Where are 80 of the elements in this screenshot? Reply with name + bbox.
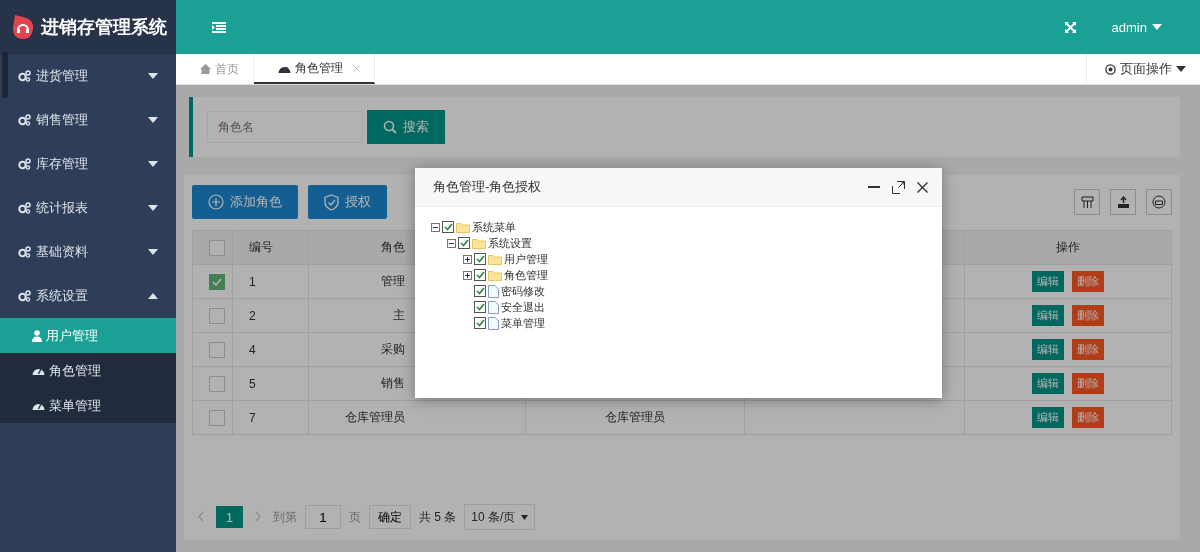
caret-icon — [1152, 24, 1162, 30]
sidebar-subitem[interactable]: 菜单管理 — [0, 388, 176, 423]
side-handle[interactable] — [2, 52, 8, 98]
folder-icon — [472, 237, 486, 249]
row-checkbox[interactable] — [209, 307, 225, 324]
gears-icon — [18, 202, 31, 214]
folder-icon — [488, 253, 502, 265]
caret-icon — [148, 117, 158, 123]
tree-checkbox[interactable] — [474, 317, 486, 329]
home-icon — [200, 64, 211, 74]
sidebar-item[interactable]: 统计报表 — [0, 186, 176, 230]
tree-checkbox[interactable] — [474, 285, 486, 297]
fullscreen-icon[interactable] — [1064, 21, 1076, 33]
table-cell: 4 — [232, 332, 309, 367]
columns-icon[interactable] — [1074, 189, 1100, 215]
sidebar-item[interactable]: 基础资料 — [0, 230, 176, 274]
page-actions-menu[interactable]: 页面操作 — [1086, 54, 1200, 84]
select-all-checkbox[interactable] — [209, 239, 225, 256]
dialog-title: 角色管理-角色授权 — [433, 178, 543, 196]
sidebar-item[interactable]: 销售管理 — [0, 98, 176, 142]
table-cell: 2 — [232, 298, 309, 333]
page-size-select[interactable]: 10 条/页 — [464, 504, 536, 530]
gears-icon — [18, 114, 31, 126]
tree-checkbox[interactable] — [474, 253, 486, 265]
gears-icon — [18, 158, 31, 170]
target-icon — [1105, 63, 1116, 75]
caret-icon — [148, 205, 158, 211]
sidebar-subitem[interactable]: 角色管理 — [0, 353, 176, 388]
caret-icon — [148, 73, 158, 79]
column-header: 编号 — [232, 230, 309, 265]
row-checkbox[interactable] — [209, 375, 225, 392]
gears-icon — [18, 290, 31, 302]
caret-icon — [148, 293, 158, 299]
print-icon[interactable] — [1146, 189, 1172, 215]
tree-checkbox[interactable] — [442, 221, 454, 233]
table-cell: 仓库管理员 — [605, 410, 665, 424]
check-icon — [212, 277, 222, 286]
row-checkbox[interactable] — [209, 409, 225, 426]
folder-icon — [488, 269, 502, 281]
sidebar-item[interactable]: 库存管理 — [0, 142, 176, 186]
user-icon — [32, 329, 42, 342]
table-cell: 仓库管理员 — [308, 400, 526, 435]
file-icon — [488, 300, 499, 314]
plus-circle-icon — [208, 194, 224, 210]
page-unit: 页 — [349, 508, 361, 526]
folder-icon — [456, 221, 470, 233]
table-cell: 5 — [232, 366, 309, 401]
file-icon — [488, 284, 499, 298]
tree-checkbox[interactable] — [474, 301, 486, 313]
caret-icon — [1176, 66, 1186, 72]
goto-label: 到第 — [273, 508, 297, 526]
sidebar-item[interactable]: 系统设置 — [0, 274, 176, 318]
column-header: 操作 — [964, 230, 1172, 265]
menu-icon[interactable] — [212, 21, 226, 33]
gears-icon — [18, 70, 31, 82]
search-field[interactable]: 角色名 — [207, 111, 363, 143]
page-input[interactable]: 1 — [305, 505, 341, 529]
close-icon[interactable] — [917, 181, 928, 193]
table-cell: 1 — [232, 264, 309, 299]
app-title: 进销存管理系统 — [41, 16, 167, 39]
total-count: 共 5 条 — [419, 508, 457, 526]
tree-checkbox[interactable] — [458, 237, 470, 249]
maximize-icon[interactable] — [892, 180, 905, 194]
sidebar-item[interactable]: 进货管理 — [0, 54, 176, 98]
confirm-button[interactable]: 确定 — [369, 505, 411, 529]
shield-icon — [324, 193, 339, 211]
table-cell: 7 — [232, 400, 309, 435]
export-icon[interactable] — [1110, 189, 1136, 215]
file-icon — [488, 316, 499, 330]
caret-icon — [148, 161, 158, 167]
gears-icon — [18, 246, 31, 258]
expand-icon[interactable] — [464, 255, 471, 263]
row-checkbox[interactable] — [209, 341, 225, 358]
tree-checkbox[interactable] — [474, 269, 486, 281]
expand-icon[interactable] — [464, 271, 471, 279]
row-checkbox[interactable] — [209, 273, 225, 290]
caret-icon — [521, 514, 529, 520]
caret-icon — [148, 249, 158, 255]
logo-icon — [12, 15, 34, 39]
search-icon — [383, 120, 397, 134]
